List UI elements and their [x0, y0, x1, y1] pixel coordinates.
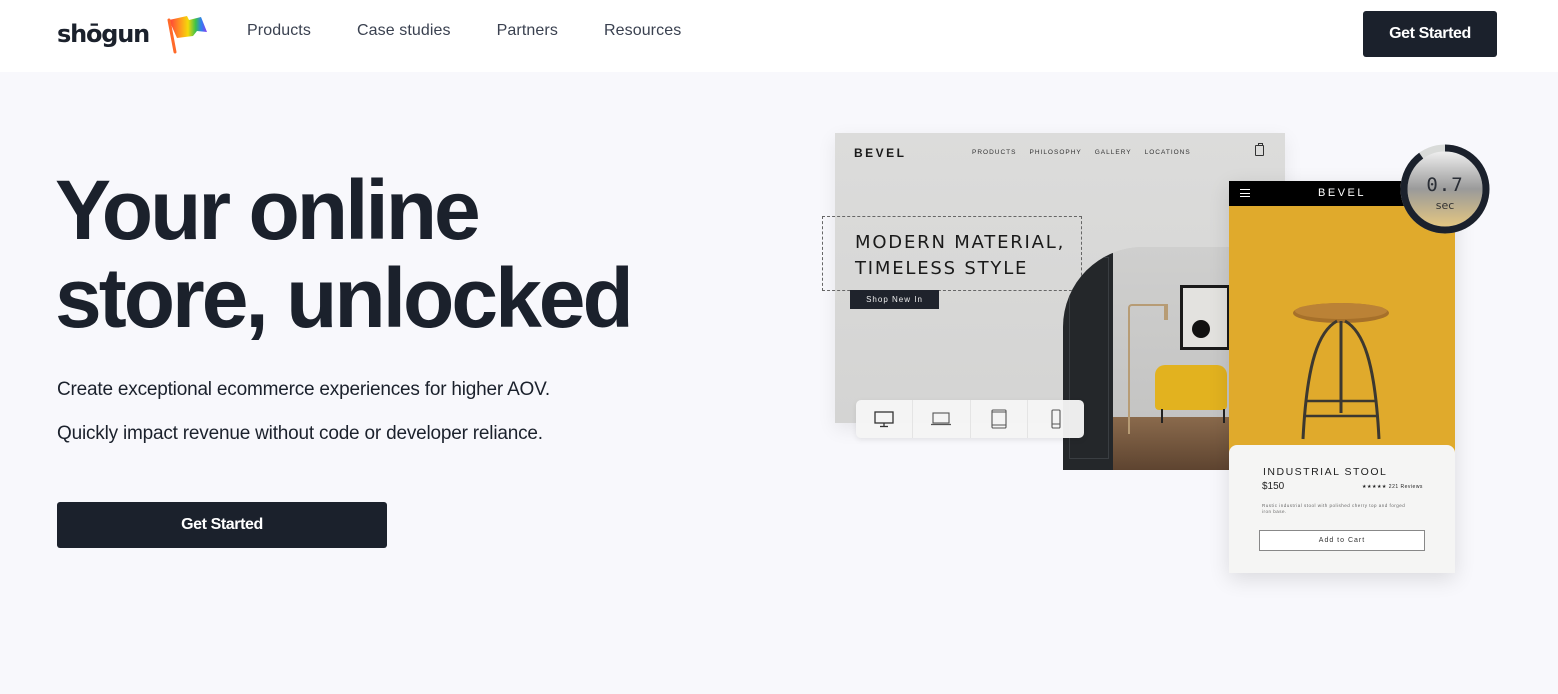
hero-title-line1: Your online [55, 163, 481, 257]
product-rating: ★★★★★ 221 Reviews [1362, 484, 1423, 490]
shop-new-in-button: Shop New In [850, 290, 939, 309]
mobile-preview: BEVEL INDUSTRIAL STOOL $150 ★★★★★ 221 Re… [1229, 181, 1455, 573]
hero-subtitle-1: Create exceptional ecommerce experiences… [57, 379, 550, 400]
preview-headline-line2: TIMELESS STYLE [855, 258, 1029, 279]
device-tablet[interactable] [971, 400, 1028, 438]
preview-headline: MODERN MATERIAL, TIMELESS STYLE [855, 230, 1065, 282]
preview-nav-products: PRODUCTS [972, 149, 1017, 156]
mobile-icon [1051, 409, 1061, 429]
preview-nav-gallery: GALLERY [1094, 149, 1132, 156]
yellow-armchair [1155, 365, 1227, 423]
hero-subtitle-2: Quickly impact revenue without code or d… [57, 423, 543, 444]
wall-art [1180, 285, 1230, 350]
shopping-bag-icon [1255, 143, 1264, 156]
logo-text: shōgun [57, 20, 150, 48]
nav-products[interactable]: Products [247, 22, 311, 40]
device-desktop[interactable] [856, 400, 914, 438]
tablet-icon [991, 409, 1007, 429]
nav-resources[interactable]: Resources [604, 22, 681, 40]
desktop-icon [874, 410, 894, 427]
pride-flag-icon [167, 16, 208, 54]
header-get-started-button[interactable]: Get Started [1363, 11, 1497, 57]
product-card: INDUSTRIAL STOOL $150 ★★★★★ 221 Reviews … [1229, 445, 1455, 573]
main-nav: Products Case studies Partners Resources [247, 22, 727, 40]
stool-image [1293, 303, 1389, 440]
hero-title: Your online store, unlocked [55, 163, 634, 345]
nav-case-studies[interactable]: Case studies [357, 22, 451, 40]
device-mobile[interactable] [1028, 400, 1084, 438]
nav-partners[interactable]: Partners [497, 22, 558, 40]
desktop-preview-nav: PRODUCTS PHILOSOPHY GALLERY LOCATIONS [972, 149, 1204, 156]
room-photo [1063, 247, 1233, 470]
desktop-brand: BEVEL [854, 146, 907, 160]
product-name: INDUSTRIAL STOOL [1263, 466, 1388, 478]
laptop-icon [931, 412, 952, 426]
preview-nav-philosophy: PHILOSOPHY [1029, 149, 1082, 156]
product-description: Rustic industrial stool with polished ch… [1262, 503, 1406, 514]
logo[interactable]: shōgun [57, 14, 209, 54]
site-header: shōgun Products Case studies Partners Re… [0, 0, 1558, 72]
device-laptop[interactable] [913, 400, 971, 438]
device-switcher [856, 400, 1084, 438]
gauge-value: 0.7 [1426, 174, 1464, 196]
gauge-unit: sec [1435, 199, 1455, 212]
product-price: $150 [1262, 481, 1285, 492]
hero-get-started-button[interactable]: Get Started [57, 502, 387, 548]
preview-nav-locations: LOCATIONS [1144, 149, 1191, 156]
hero-title-line2: store, unlocked [55, 251, 634, 345]
preview-headline-line1: MODERN MATERIAL, [855, 232, 1066, 253]
add-to-cart-button: Add to Cart [1259, 530, 1425, 551]
